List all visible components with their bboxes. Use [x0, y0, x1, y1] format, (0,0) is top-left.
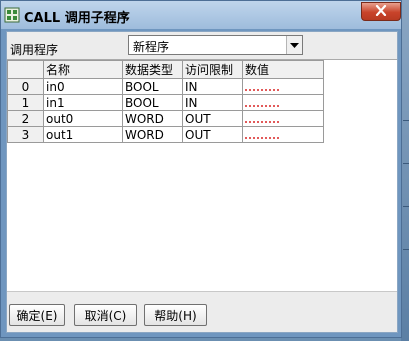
- button-bar: 确定(E) 取消(C) 帮助(H): [7, 291, 397, 332]
- help-button[interactable]: 帮助(H): [144, 304, 207, 326]
- param-access: IN: [182, 78, 243, 95]
- column-header-access[interactable]: 访问限制: [182, 60, 243, 79]
- call-subroutine-dialog: CALL 调用子程序 调用程序 新程序 名称 数据类型 访问限制 数值 0 in…: [0, 0, 402, 338]
- param-value[interactable]: [245, 84, 279, 91]
- param-type: WORD: [122, 126, 183, 143]
- param-value-cell[interactable]: [242, 126, 324, 143]
- param-value[interactable]: [245, 116, 279, 123]
- param-name: out0: [43, 110, 123, 127]
- program-select-value: 新程序: [133, 40, 170, 54]
- dialog-content: 调用程序 新程序 名称 数据类型 访问限制 数值 0 in0 BOOL IN 1…: [6, 31, 398, 333]
- param-access: IN: [182, 94, 243, 111]
- param-name: out1: [43, 126, 123, 143]
- parameter-grid: 名称 数据类型 访问限制 数值 0 in0 BOOL IN 1 in1 BOOL…: [7, 59, 397, 291]
- row-index: 3: [7, 126, 44, 143]
- param-value-cell[interactable]: [242, 94, 324, 111]
- param-value[interactable]: [245, 132, 279, 139]
- param-access: OUT: [182, 126, 243, 143]
- param-type: BOOL: [122, 94, 183, 111]
- table-row[interactable]: 2 out0 WORD OUT: [7, 110, 324, 127]
- close-button[interactable]: [361, 2, 401, 21]
- param-name: in1: [43, 94, 123, 111]
- param-name: in0: [43, 78, 123, 95]
- column-header-type[interactable]: 数据类型: [122, 60, 183, 79]
- param-value-cell[interactable]: [242, 110, 324, 127]
- column-header-index: [7, 60, 44, 79]
- row-index: 1: [7, 94, 44, 111]
- row-index: 2: [7, 110, 44, 127]
- column-header-name[interactable]: 名称: [43, 60, 123, 79]
- param-value[interactable]: [245, 100, 279, 107]
- program-select[interactable]: 新程序: [128, 35, 303, 55]
- dropdown-button[interactable]: [286, 36, 302, 54]
- ok-button[interactable]: 确定(E): [9, 304, 65, 326]
- table-header-row: 名称 数据类型 访问限制 数值: [7, 60, 324, 79]
- parameter-table: 名称 数据类型 访问限制 数值 0 in0 BOOL IN 1 in1 BOOL…: [7, 60, 324, 143]
- title-bar[interactable]: CALL 调用子程序: [1, 1, 401, 29]
- chevron-down-icon: [290, 38, 299, 52]
- ladder-program-icon: [4, 7, 20, 23]
- param-access: OUT: [182, 110, 243, 127]
- background-grid-lines: [403, 120, 409, 320]
- param-type: WORD: [122, 110, 183, 127]
- close-x-icon: [375, 4, 387, 19]
- param-type: BOOL: [122, 78, 183, 95]
- program-label: 调用程序: [10, 43, 59, 57]
- param-value-cell[interactable]: [242, 78, 324, 95]
- column-header-value[interactable]: 数值: [242, 60, 324, 79]
- row-index: 0: [7, 78, 44, 95]
- table-row[interactable]: 0 in0 BOOL IN: [7, 78, 324, 95]
- table-row[interactable]: 3 out1 WORD OUT: [7, 126, 324, 143]
- cancel-button[interactable]: 取消(C): [74, 304, 137, 326]
- table-row[interactable]: 1 in1 BOOL IN: [7, 94, 324, 111]
- window-title: CALL 调用子程序: [24, 11, 130, 26]
